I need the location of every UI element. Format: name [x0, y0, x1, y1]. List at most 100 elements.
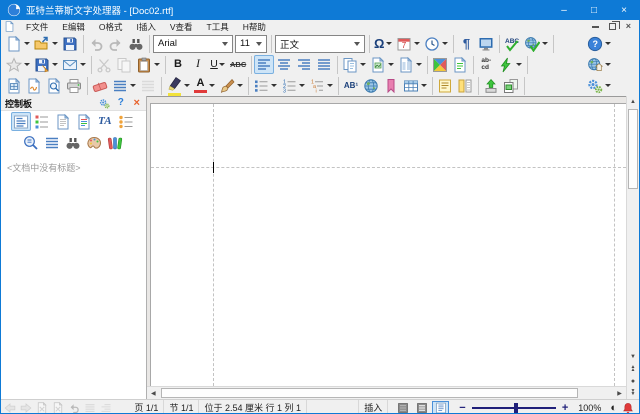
next-page-button[interactable]: ▼▼: [627, 387, 639, 399]
multilevel-list-button-dropdown[interactable]: [326, 84, 333, 87]
document-pane-button[interactable]: [53, 112, 73, 131]
email-document-button[interactable]: [60, 55, 88, 74]
fonts-pane-button[interactable]: TA: [95, 112, 115, 131]
view-layout-button[interactable]: [432, 401, 449, 414]
autocorrect-button-dropdown[interactable]: [515, 63, 522, 66]
menu-edit[interactable]: E编辑: [55, 20, 92, 33]
colors-pane-button[interactable]: [84, 133, 104, 152]
highlight-button[interactable]: [164, 76, 192, 95]
insert-date-button[interactable]: [394, 34, 422, 53]
zoom-slider[interactable]: [472, 407, 556, 409]
hyperlink-button[interactable]: [361, 76, 381, 95]
zoom-slider-thumb[interactable]: [514, 403, 518, 413]
language-button-dropdown[interactable]: [541, 42, 548, 45]
print-button[interactable]: [64, 76, 84, 95]
panel-close-icon[interactable]: ×: [130, 97, 144, 110]
clipboard-pages-button[interactable]: [340, 55, 368, 74]
doc-close-icon[interactable]: ×: [626, 22, 631, 31]
autocorrect-button[interactable]: [496, 55, 524, 74]
align-justify-button[interactable]: [314, 55, 334, 74]
text-column-button[interactable]: [455, 76, 475, 95]
formatting-pane-button[interactable]: [74, 112, 94, 131]
format-painter-button-dropdown[interactable]: [236, 84, 243, 87]
insert-table-button-dropdown[interactable]: [420, 84, 427, 87]
align-right-button[interactable]: [294, 55, 314, 74]
font-size-combo[interactable]: 11: [235, 35, 267, 53]
document-page[interactable]: [150, 103, 626, 386]
print-preview-button[interactable]: [44, 76, 64, 95]
underline-button-dropdown[interactable]: [219, 63, 226, 66]
horizontal-scroll-thumb[interactable]: [161, 388, 578, 398]
document-signature-button[interactable]: [24, 76, 44, 95]
strikethrough-button[interactable]: ABC: [228, 55, 248, 74]
new-document-button-dropdown[interactable]: [23, 42, 30, 45]
paragraph-pane-button[interactable]: [42, 133, 62, 152]
menu-help[interactable]: H帮助: [236, 20, 273, 33]
bullets-button[interactable]: [251, 76, 279, 95]
open-document-button-dropdown[interactable]: [51, 42, 58, 45]
insert-time-button[interactable]: [422, 34, 450, 53]
select-browse-object-button[interactable]: ●: [627, 375, 639, 387]
newsletter-columns-button-dropdown[interactable]: [415, 63, 422, 66]
sticky-note-button[interactable]: [435, 76, 455, 95]
presentation-button[interactable]: [501, 76, 521, 95]
insert-time-button-dropdown[interactable]: [441, 42, 448, 45]
styles-pane-button[interactable]: [32, 112, 52, 131]
eraser-button[interactable]: [90, 76, 110, 95]
web-home-button-dropdown[interactable]: [604, 63, 611, 66]
close-button[interactable]: ×: [609, 0, 639, 20]
view-online-button[interactable]: [413, 401, 430, 414]
menu-tools[interactable]: T工具: [200, 20, 236, 33]
italic-button[interactable]: I: [188, 55, 208, 74]
hyphenation-button[interactable]: ab-cd: [476, 55, 496, 74]
font-color-button[interactable]: A: [192, 76, 217, 95]
web-home-button[interactable]: [585, 55, 613, 74]
multilevel-list-button[interactable]: [307, 76, 335, 95]
menu-insert[interactable]: I插入: [130, 20, 163, 33]
spellcheck-button[interactable]: [502, 34, 522, 53]
align-left-button[interactable]: [254, 55, 274, 74]
menu-file[interactable]: F文件: [19, 20, 55, 33]
view-draft-button[interactable]: [394, 401, 411, 414]
footnote-button[interactable]: AB¹: [341, 76, 361, 95]
align-center-button[interactable]: [274, 55, 294, 74]
numbering-button-dropdown[interactable]: [298, 84, 305, 87]
insert-image-button[interactable]: [368, 55, 396, 74]
favorites-button-dropdown[interactable]: [23, 63, 30, 66]
scroll-right-icon[interactable]: ▶: [613, 387, 626, 399]
paragraph-formatting-button[interactable]: [110, 76, 138, 95]
clipboard-pages-button-dropdown[interactable]: [359, 63, 366, 66]
email-document-button-dropdown[interactable]: [79, 63, 86, 66]
formatting-marks-button[interactable]: ¶: [456, 34, 476, 53]
insert-table-button[interactable]: [401, 76, 429, 95]
zoom-in-button[interactable]: +: [558, 402, 572, 414]
insert-mode-toggle[interactable]: 插入: [359, 400, 388, 414]
contrast-icon[interactable]: ◐: [607, 402, 620, 414]
save-special-button-dropdown[interactable]: [51, 63, 58, 66]
help-button[interactable]: [585, 34, 613, 53]
highlight-button-dropdown[interactable]: [183, 84, 190, 87]
insert-image-button-dropdown[interactable]: [387, 63, 394, 66]
language-button[interactable]: [522, 34, 550, 53]
panel-settings-icon[interactable]: [98, 97, 112, 110]
panel-help-icon[interactable]: ?: [114, 97, 128, 110]
menu-format[interactable]: O格式: [92, 20, 130, 33]
open-document-button[interactable]: [32, 34, 60, 53]
doc-minimize-icon[interactable]: [592, 26, 599, 28]
full-screen-button[interactable]: [476, 34, 496, 53]
menu-view[interactable]: V查看: [163, 20, 200, 33]
insert-date-button-dropdown[interactable]: [413, 42, 420, 45]
favorites-button[interactable]: [4, 55, 32, 74]
paragraph-formatting-button-dropdown[interactable]: [129, 84, 136, 87]
zoom-out-button[interactable]: −: [455, 402, 469, 414]
save-special-button[interactable]: [32, 55, 60, 74]
color-scheme-button[interactable]: [430, 55, 450, 74]
font-color-button-dropdown[interactable]: [208, 84, 215, 87]
maximize-button[interactable]: □: [579, 0, 609, 20]
find-button[interactable]: [126, 34, 146, 53]
minimize-button[interactable]: –: [549, 0, 579, 20]
paragraph-style-combo[interactable]: 正文: [275, 35, 365, 53]
scroll-up-icon[interactable]: ▲: [627, 96, 639, 108]
new-document-button[interactable]: [4, 34, 32, 53]
outline-pane-button[interactable]: [116, 112, 136, 131]
